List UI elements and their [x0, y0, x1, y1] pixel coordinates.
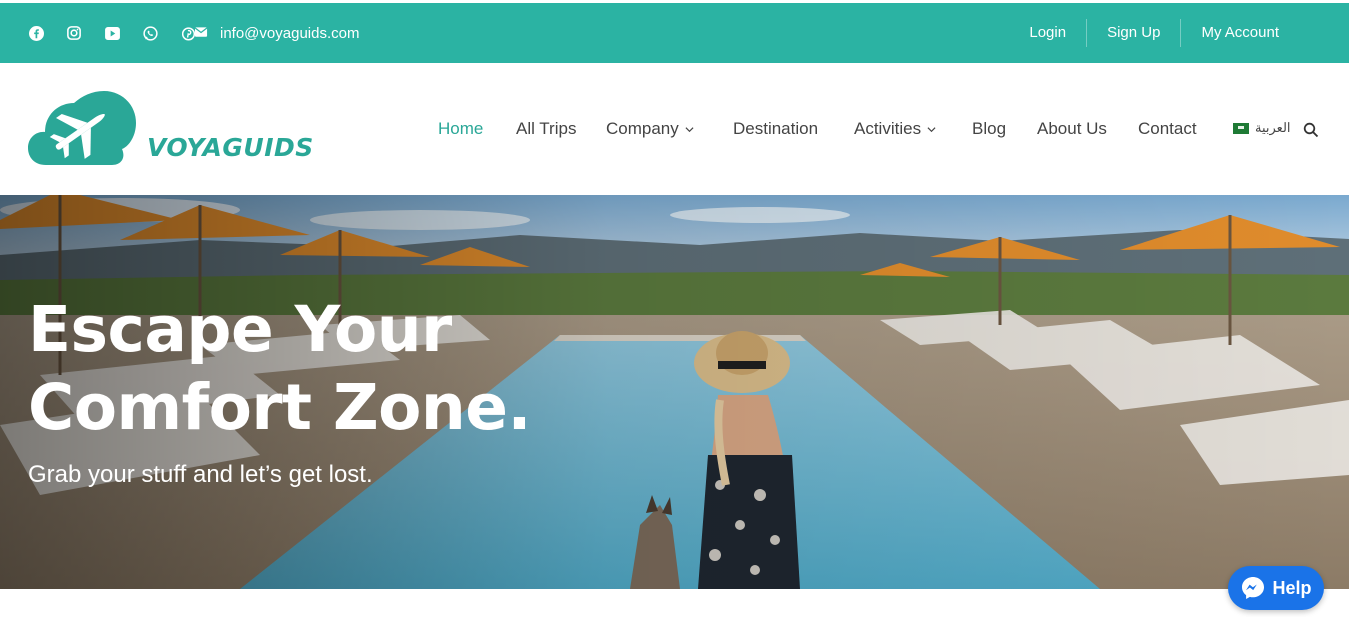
- signup-link[interactable]: Sign Up: [1086, 19, 1180, 47]
- help-chat-button[interactable]: Help: [1228, 566, 1324, 610]
- nav-activities-label: Activities: [854, 119, 922, 138]
- chevron-down-icon: [927, 126, 936, 132]
- email-text[interactable]: info@voyaguids.com: [220, 25, 359, 42]
- hero-headline-line-2: Comfort Zone.: [28, 371, 531, 444]
- whatsapp-icon[interactable]: [142, 25, 158, 41]
- nav-destination[interactable]: Destination: [733, 119, 818, 139]
- hero-headline: Escape Your Comfort Zone.: [28, 291, 531, 447]
- nav-contact[interactable]: Contact: [1138, 119, 1197, 139]
- login-link[interactable]: Login: [1009, 19, 1086, 47]
- top-bar: info@voyaguids.com Login Sign Up My Acco…: [0, 3, 1349, 63]
- messenger-icon: [1242, 577, 1265, 599]
- social-links: [28, 3, 180, 63]
- nav-company-label: Company: [606, 119, 679, 138]
- hero-subheadline: Grab your stuff and let’s get lost.: [28, 461, 373, 488]
- hero-headline-line-1: Escape Your: [28, 293, 452, 366]
- site-header: VOYAGUIDS Home All Trips Company Destina…: [0, 63, 1349, 195]
- search-icon[interactable]: [1303, 122, 1319, 138]
- language-label: العربية: [1255, 120, 1291, 135]
- nav-all-trips[interactable]: All Trips: [516, 119, 576, 139]
- nav-activities[interactable]: Activities: [854, 119, 936, 139]
- youtube-icon[interactable]: [104, 25, 120, 41]
- nav-blog[interactable]: Blog: [972, 119, 1006, 139]
- hero-banner: Escape Your Comfort Zone. Grab your stuf…: [0, 195, 1349, 589]
- email-contact[interactable]: info@voyaguids.com: [182, 3, 359, 63]
- chevron-down-icon: [685, 126, 694, 132]
- pinterest-mail-icon[interactable]: [182, 25, 208, 41]
- nav-about[interactable]: About Us: [1037, 119, 1107, 139]
- language-switcher[interactable]: العربية: [1233, 120, 1291, 136]
- my-account-link[interactable]: My Account: [1180, 19, 1299, 47]
- saudi-flag-icon: [1233, 122, 1249, 134]
- help-label: Help: [1272, 577, 1312, 598]
- facebook-icon[interactable]: [28, 25, 44, 41]
- account-links: Login Sign Up My Account: [1009, 3, 1299, 63]
- instagram-icon[interactable]: [66, 25, 82, 41]
- nav-home[interactable]: Home: [438, 119, 483, 139]
- main-nav: Home All Trips Company Destination Activ…: [0, 63, 1349, 195]
- nav-company[interactable]: Company: [606, 119, 694, 139]
